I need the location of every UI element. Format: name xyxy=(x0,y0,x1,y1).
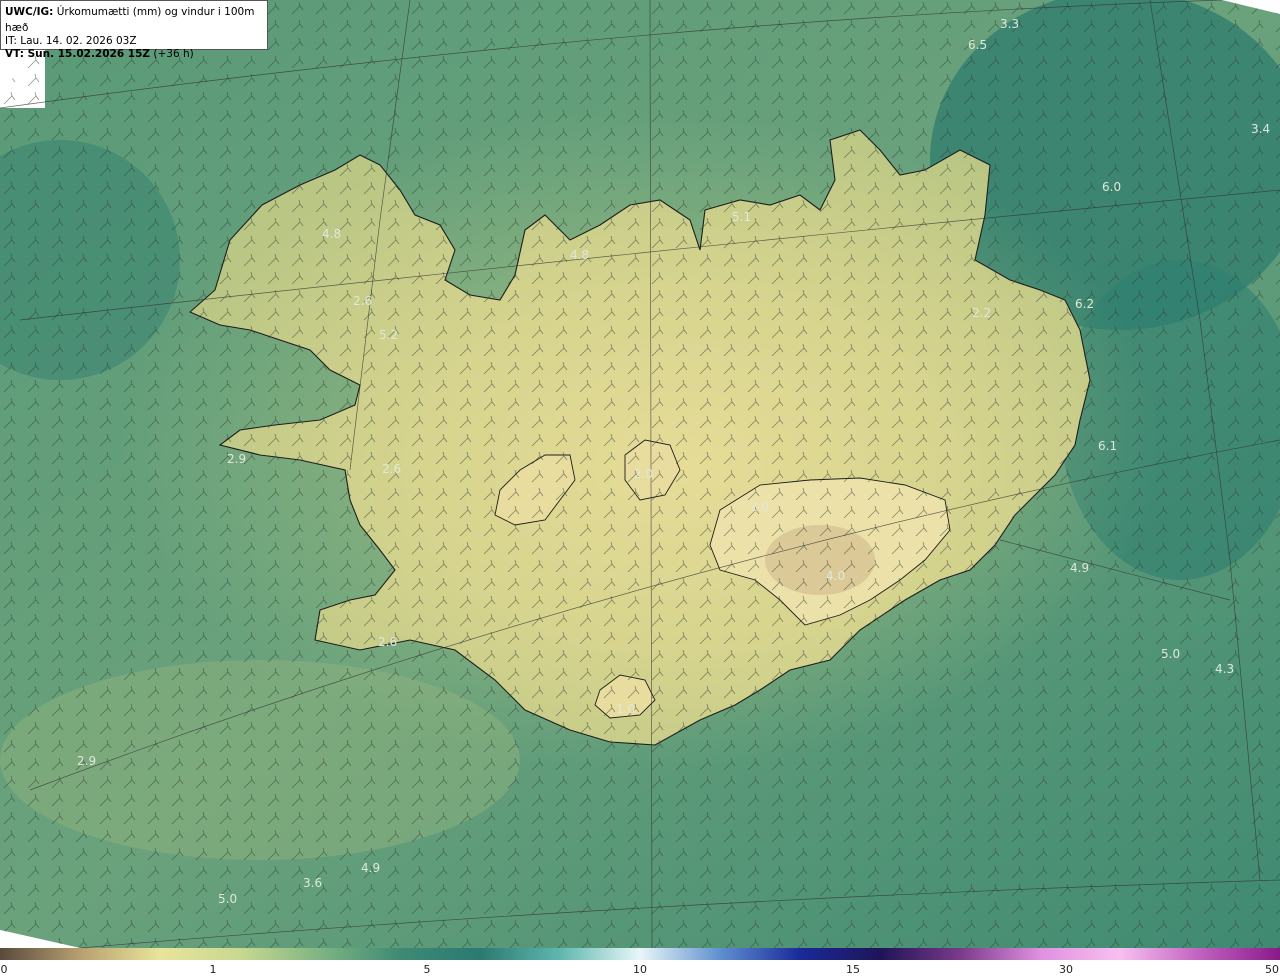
colorbar xyxy=(0,948,1280,960)
value-label: 2.0 xyxy=(634,467,653,481)
value-label: 5.2 xyxy=(379,328,398,342)
colorbar-ticks: 0 1 5 10 15 30 50 xyxy=(0,960,1280,978)
value-label: 4.3 xyxy=(1215,662,1234,676)
value-label: 6.1 xyxy=(1098,439,1117,453)
colorbar-tick: 30 xyxy=(1059,963,1073,976)
value-label: 4.0 xyxy=(826,569,845,583)
colorbar-tick: 10 xyxy=(633,963,647,976)
value-label: 6.2 xyxy=(1075,297,1094,311)
colorbar-tick: 15 xyxy=(846,963,860,976)
value-label: 5.0 xyxy=(1161,647,1180,661)
precipitation-wind-map: 3.3 6.5 3.4 6.0 5.1 4.8 4.8 2.6 5.2 6.2 … xyxy=(0,0,1280,948)
value-label: 2.2 xyxy=(972,306,991,320)
product-line: UWC/IG: Úrkomumætti (mm) og vindur i 100… xyxy=(5,4,263,36)
valid-time: VT: Sun. 15.02.2026 15Z xyxy=(5,48,151,60)
value-label: 2.6 xyxy=(353,294,372,308)
value-label: 4.8 xyxy=(570,248,589,262)
value-label: 2.9 xyxy=(227,452,246,466)
value-label: 2.6 xyxy=(382,462,401,476)
value-label: 4.9 xyxy=(361,861,380,875)
colorbar-tick: 1 xyxy=(209,963,217,976)
value-label: 2.9 xyxy=(77,754,96,768)
value-label: 3.6 xyxy=(303,876,322,890)
value-label: 4.8 xyxy=(322,227,341,241)
value-label: 6.5 xyxy=(968,38,987,52)
value-label: 6.0 xyxy=(1102,180,1121,194)
colorbar-tick: 0 xyxy=(0,963,8,976)
value-label: 4.9 xyxy=(1070,561,1089,575)
product-code: UWC/IG: xyxy=(5,6,54,18)
value-label: 2.0 xyxy=(750,500,769,514)
value-label: 1.0 xyxy=(616,702,635,716)
valid-time-line: VT: Sun. 15.02.2026 15Z (+36 h) xyxy=(5,46,263,62)
value-label: 2.6 xyxy=(378,635,397,649)
value-label: 3.4 xyxy=(1251,122,1270,136)
value-label: 3.3 xyxy=(1000,17,1019,31)
value-label: 5.0 xyxy=(218,892,237,906)
map-info-box: UWC/IG: Úrkomumætti (mm) og vindur i 100… xyxy=(0,0,268,60)
colorbar-tick: 5 xyxy=(423,963,431,976)
value-label: 5.1 xyxy=(732,210,751,224)
valid-time-offset: (+36 h) xyxy=(150,48,194,60)
colorbar-tick: 50 xyxy=(1265,963,1279,976)
